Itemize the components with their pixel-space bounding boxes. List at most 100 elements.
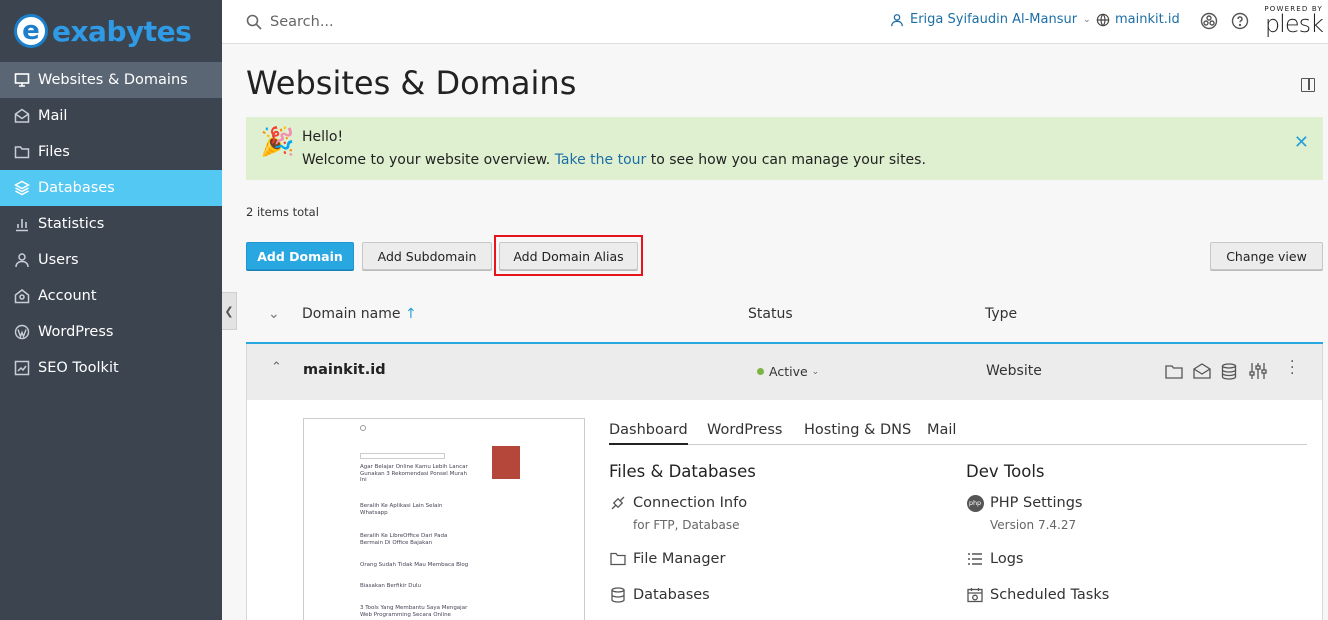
tab-mail[interactable]: Mail	[927, 422, 956, 443]
list-icon	[966, 550, 984, 568]
table-row[interactable]: ⌃ mainkit.id Active ⌄ Website · · ·	[246, 344, 1323, 400]
sidebar-item-label: Account	[38, 288, 97, 304]
party-popper-icon: 🎉	[260, 125, 295, 158]
sidebar: e exabytes Websites & Domains Mail Files…	[0, 0, 222, 620]
items-count: 2 items total	[246, 205, 319, 219]
add-subdomain-button[interactable]: Add Subdomain	[362, 242, 492, 270]
banner-text-after: to see how you can manage your sites.	[650, 152, 926, 168]
column-status: Status	[748, 306, 793, 322]
file-manager-link[interactable]: File Manager	[609, 550, 725, 568]
sidebar-item-mail[interactable]: Mail	[0, 98, 222, 134]
connection-info-link[interactable]: Connection Info	[609, 494, 747, 512]
welcome-banner: 🎉 Hello! Welcome to your website overvie…	[246, 117, 1323, 180]
status-label: Active	[769, 364, 808, 379]
banner-text-before: Welcome to your website overview.	[302, 152, 551, 168]
php-settings-link[interactable]: php PHP Settings	[966, 494, 1082, 512]
php-settings-label: PHP Settings	[990, 495, 1083, 511]
logo-word: exabytes	[52, 14, 192, 48]
sidebar-item-databases[interactable]: Databases	[0, 170, 222, 206]
close-icon[interactable]: ✕	[1294, 132, 1309, 153]
seo-chart-icon	[12, 358, 32, 378]
add-domain-button[interactable]: Add Domain	[246, 242, 354, 270]
sidebar-item-seo-toolkit[interactable]: SEO Toolkit	[0, 350, 222, 386]
detail-tabs: Dashboard WordPress Hosting & DNS Mail	[609, 420, 1307, 445]
change-view-button[interactable]: Change view	[1210, 242, 1323, 270]
preview-post: Biasakan Berfikir Dulu	[360, 583, 421, 589]
preview-post: Agar Belajar Online Kamu Lebih Lancar Gu…	[360, 464, 468, 483]
preview-logo	[360, 425, 366, 431]
logs-link[interactable]: Logs	[966, 550, 1023, 568]
logs-label: Logs	[990, 551, 1024, 567]
website-preview-thumbnail[interactable]: Agar Belajar Online Kamu Lebih Lancar Gu…	[303, 418, 585, 620]
domain-detail-panel: Agar Belajar Online Kamu Lebih Lancar Gu…	[246, 400, 1323, 620]
connection-icon	[609, 494, 627, 512]
status-dropdown[interactable]: Active ⌄	[757, 364, 819, 379]
scheduled-tasks-label: Scheduled Tasks	[990, 587, 1110, 603]
highlight-box	[494, 235, 643, 276]
database-icon[interactable]	[1221, 363, 1237, 380]
side-panel-toggle-icon[interactable]	[1301, 78, 1315, 92]
subscription-selector[interactable]: mainkit.id	[1096, 12, 1180, 27]
folder-icon[interactable]	[1165, 364, 1183, 380]
domain-name[interactable]: mainkit.id	[303, 362, 386, 378]
mail-icon[interactable]	[1193, 363, 1211, 379]
chevron-up-icon[interactable]: ⌃	[271, 360, 282, 375]
community-icon[interactable]	[1200, 12, 1218, 30]
preview-search	[360, 453, 445, 459]
search-input[interactable]	[270, 13, 570, 30]
connection-info-subtext: for FTP, Database	[633, 518, 740, 532]
sidebar-item-websites-domains[interactable]: Websites & Domains	[0, 62, 222, 98]
take-the-tour-link[interactable]: Take the tour	[555, 152, 647, 168]
globe-icon	[1096, 13, 1110, 26]
monitor-icon	[12, 70, 32, 90]
files-databases-heading: Files & Databases	[609, 462, 756, 481]
tab-hosting-dns[interactable]: Hosting & DNS	[804, 422, 911, 443]
bar-chart-icon	[12, 214, 32, 234]
tab-wordpress[interactable]: WordPress	[707, 422, 782, 443]
column-domain-name[interactable]: Domain name ↑	[302, 306, 417, 322]
tab-dashboard[interactable]: Dashboard	[609, 422, 688, 445]
sidebar-item-label: Files	[38, 144, 70, 160]
sidebar-item-statistics[interactable]: Statistics	[0, 206, 222, 242]
plesk-logo: POWERED BY plesk	[1263, 5, 1324, 38]
exabytes-logo[interactable]: e exabytes	[0, 0, 222, 62]
help-icon[interactable]	[1231, 12, 1249, 30]
folder-icon	[12, 142, 32, 162]
preview-post: Beralih Ke LibreOffice Dari Pada Bermain…	[360, 533, 448, 546]
more-options-icon[interactable]: · · ·	[1290, 355, 1294, 381]
banner-greeting: Hello!	[302, 129, 344, 145]
plesk-app: e exabytes Websites & Domains Mail Files…	[0, 0, 1328, 620]
php-icon: php	[966, 494, 984, 512]
preview-post: Beralih Ke Aplikasi Lain Selain Whatsapp	[360, 503, 443, 516]
banner-text: Welcome to your website overview. Take t…	[302, 152, 926, 168]
databases-label: Databases	[633, 587, 710, 603]
sidebar-item-wordpress[interactable]: WordPress	[0, 314, 222, 350]
dev-tools-heading: Dev Tools	[966, 462, 1045, 481]
sidebar-item-label: Statistics	[38, 216, 105, 232]
envelope-icon	[12, 106, 32, 126]
php-version: Version 7.4.27	[990, 518, 1077, 532]
file-manager-label: File Manager	[633, 551, 726, 567]
sidebar-item-files[interactable]: Files	[0, 134, 222, 170]
type-label: Website	[986, 363, 1042, 379]
column-type: Type	[985, 306, 1018, 322]
plesk-wordmark: plesk	[1264, 10, 1324, 38]
user-menu[interactable]: Eriga Syifaudin Al-Mansur ⌄	[890, 12, 1091, 27]
expand-all-icon[interactable]: ⌄	[268, 306, 280, 322]
sidebar-item-label: SEO Toolkit	[38, 360, 119, 376]
wordpress-icon	[12, 322, 32, 342]
sidebar-item-label: Databases	[38, 180, 115, 196]
sidebar-item-users[interactable]: Users	[0, 242, 222, 278]
settings-sliders-icon[interactable]	[1249, 362, 1267, 380]
databases-link[interactable]: Databases	[609, 586, 710, 604]
preview-avatar	[492, 446, 520, 479]
column-domain-label: Domain name	[302, 306, 401, 322]
top-bar: Eriga Syifaudin Al-Mansur ⌄ mainkit.id P…	[222, 0, 1328, 44]
sidebar-collapse-button[interactable]: ❮	[222, 292, 237, 330]
page-title: Websites & Domains	[246, 64, 577, 102]
scheduled-tasks-link[interactable]: Scheduled Tasks	[966, 586, 1109, 604]
account-icon	[12, 286, 32, 306]
database-icon	[609, 586, 627, 604]
sidebar-item-account[interactable]: Account	[0, 278, 222, 314]
preview-post: 3 Tools Yang Membantu Saya Mengajar Web …	[360, 605, 468, 618]
